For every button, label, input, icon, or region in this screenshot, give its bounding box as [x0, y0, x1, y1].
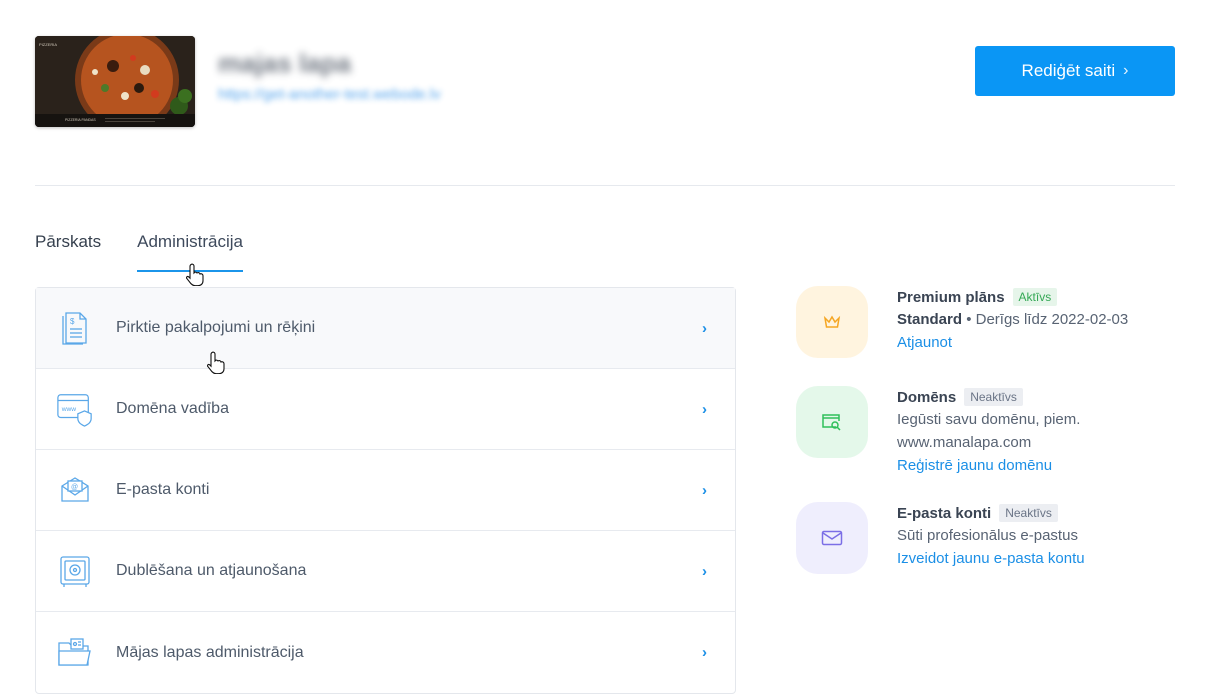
chevron-right-icon: ›: [702, 481, 707, 499]
admin-item-label: E-pasta konti: [116, 481, 210, 498]
email-description: Sūti profesionālus e-pastus: [897, 527, 1078, 544]
domain-description-line2: www.manalapa.com: [897, 434, 1032, 451]
admin-item-website-administration[interactable]: Mājas lapas administrācija ›: [36, 612, 735, 693]
tab-bar: Pārskats Administrācija: [35, 230, 243, 272]
pizza-preview-image: PIZZERIA PIZZERIA PANDAS: [35, 36, 195, 127]
folder-icon: [56, 634, 94, 672]
domain-description-line1: Iegūsti savu domēnu, piem.: [897, 411, 1081, 428]
create-email-link[interactable]: Izveidot jaunu e-pasta kontu: [897, 547, 1085, 571]
email-title: E-pasta konti: [897, 504, 992, 522]
status-badge-inactive: Neaktīvs: [999, 504, 1058, 522]
invoice-icon: $: [56, 309, 94, 347]
admin-item-label: Mājas lapas administrācija: [116, 643, 304, 661]
admin-item-label: Domēna vadība: [116, 400, 229, 417]
admin-item-purchases-invoices[interactable]: $ Pirktie pakalpojumi un rēķini ›: [36, 288, 735, 369]
site-header: PIZZERIA PIZZERIA PANDAS majas lapa http…: [35, 36, 1175, 128]
chevron-right-icon: ›: [702, 644, 707, 661]
www-shield-icon: www: [56, 390, 94, 428]
thumbnail-caption: PIZZERIA PANDAS: [65, 118, 96, 122]
svg-text:$: $: [70, 317, 75, 326]
domain-title: Domēns: [897, 388, 957, 406]
header-divider: [35, 185, 1175, 186]
admin-item-label: Dublēšana un atjaunošana: [116, 562, 307, 579]
admin-item-domain-management[interactable]: www Domēna vadība ›: [36, 369, 735, 450]
renew-link[interactable]: Atjaunot: [897, 331, 952, 355]
plan-validity: Derīgs līdz 2022-02-03: [975, 311, 1129, 328]
svg-text:@: @: [71, 484, 78, 491]
hand-cursor-icon: [207, 351, 225, 374]
edit-site-button[interactable]: Rediģēt saiti ›: [975, 46, 1175, 96]
admin-menu-list: $ Pirktie pakalpojumi un rēķini › www Do…: [35, 287, 736, 694]
safe-icon: [56, 552, 94, 590]
site-thumbnail[interactable]: PIZZERIA PIZZERIA PANDAS: [35, 36, 195, 127]
chevron-right-icon: ›: [702, 319, 707, 337]
status-badge-active: Aktīvs: [1012, 288, 1058, 306]
admin-item-label: Pirktie pakalpojumi un rēķini: [116, 319, 316, 336]
svg-text:www: www: [61, 406, 77, 413]
chevron-right-icon: ›: [702, 400, 707, 418]
admin-item-email-accounts[interactable]: @ E-pasta konti ›: [36, 450, 735, 531]
premium-plan-details: Standard • Derīgs līdz 2022-02-03: [897, 308, 1197, 331]
tab-overview[interactable]: Pārskats: [35, 230, 101, 272]
site-name: majas lapa: [218, 48, 351, 78]
plan-separator: •: [966, 311, 972, 328]
email-envelope-icon: @: [56, 471, 94, 509]
domain-search-icon: [796, 386, 868, 458]
chevron-right-icon: ›: [1123, 62, 1129, 79]
status-badge-inactive: Neaktīvs: [964, 388, 1023, 406]
site-url-link[interactable]: https://get-another-test.webode.lv: [218, 86, 441, 103]
premium-plan-title: Premium plāns: [897, 288, 1005, 306]
edit-site-button-label: Rediģēt saiti: [1021, 61, 1116, 80]
crown-icon: [796, 286, 868, 358]
chevron-right-icon: ›: [702, 562, 707, 580]
hand-cursor-icon: [186, 263, 204, 286]
plan-name: Standard: [897, 311, 963, 328]
envelope-icon: [796, 502, 868, 574]
thumbnail-brand: PIZZERIA: [39, 42, 57, 47]
admin-item-backup-restore[interactable]: Dublēšana un atjaunošana ›: [36, 531, 735, 612]
register-domain-link[interactable]: Reģistrē jaunu domēnu: [897, 454, 1052, 478]
